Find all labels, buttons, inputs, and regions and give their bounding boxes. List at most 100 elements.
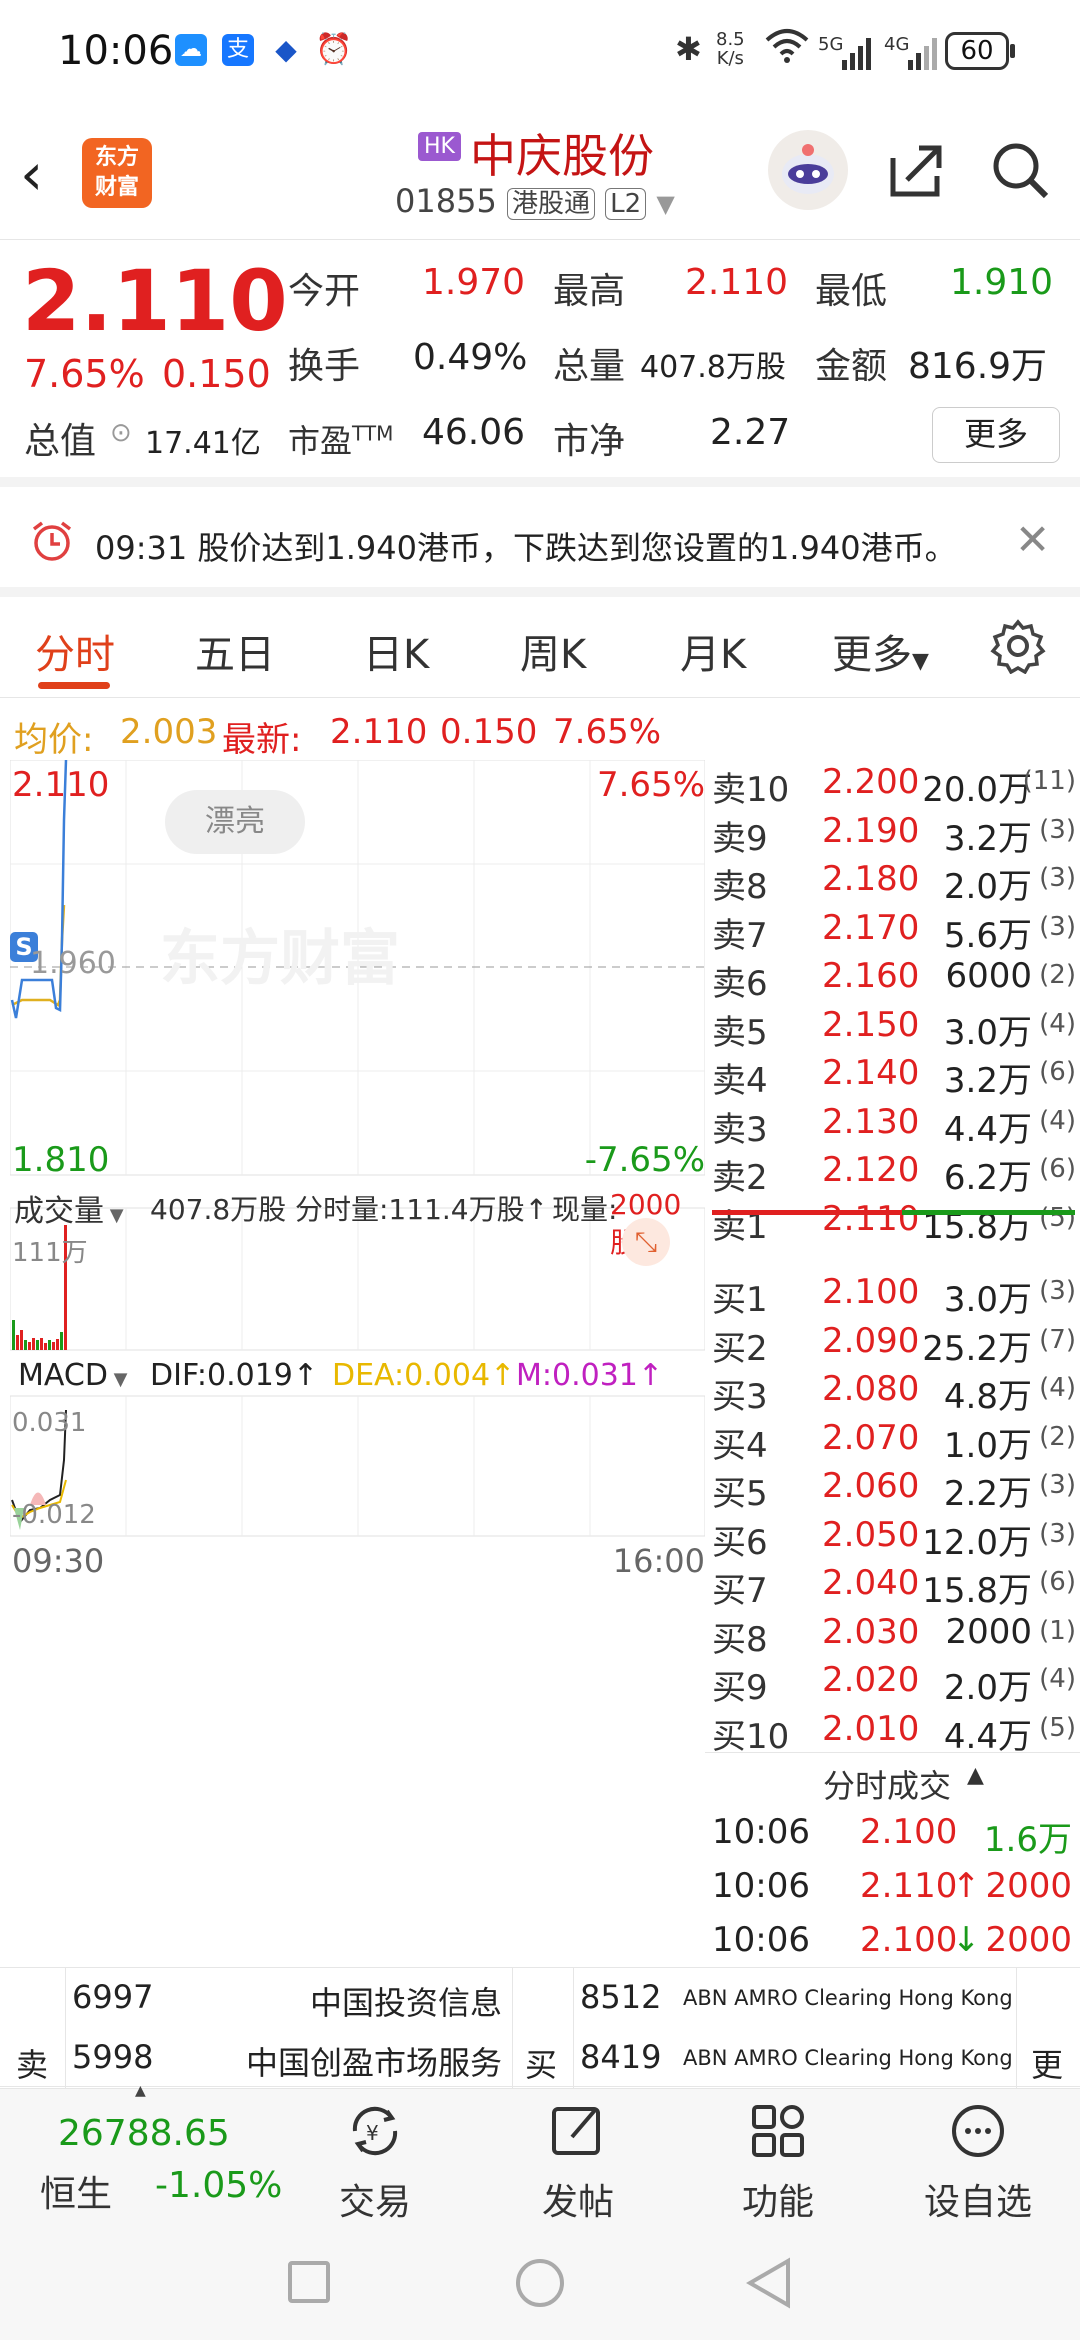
sell-level-row[interactable]: 卖3 2.130 4.4万 (4) — [712, 1102, 1080, 1150]
level-price: 2.180 — [822, 859, 920, 899]
wifi-icon — [765, 28, 809, 73]
buy-level-row[interactable]: 买4 2.070 1.0万 (2) — [712, 1418, 1080, 1466]
turnover-value: 0.49% — [413, 337, 528, 378]
level-count: (3) — [1039, 1276, 1076, 1306]
level-label: 买7 — [712, 1571, 768, 1611]
volume-bar — [12, 1320, 15, 1350]
stock-code-row[interactable]: 01855 港股通 L2 ▼ — [395, 182, 675, 220]
macd-selector[interactable]: MACD ▼ — [18, 1358, 128, 1393]
period-volume: 分时量:111.4万股↑ — [295, 1193, 549, 1226]
intraday-info-row: 均价: 2.003 最新: 2.110 0.150 7.65% — [0, 700, 1080, 760]
level-price: 2.010 — [822, 1708, 920, 1749]
volume-bar — [32, 1338, 35, 1350]
sell-level-row[interactable]: 卖9 2.190 3.2万 (3) — [712, 811, 1080, 859]
level-price: 2.060 — [822, 1466, 920, 1506]
close-icon[interactable]: ✕ — [1015, 515, 1050, 564]
level-volume: 2.0万 — [943, 1668, 1032, 1708]
quote-panel: 2.110 7.65% 0.150 今开 1.970 最高 2.110 最低 1… — [0, 242, 1080, 487]
sell-level-row[interactable]: 卖2 2.120 6.2万 (6) — [712, 1150, 1080, 1198]
level-volume: 6.2万 — [943, 1158, 1032, 1198]
home-icon[interactable] — [516, 2259, 564, 2307]
sell-level-row[interactable]: 卖5 2.150 3.0万 (4) — [712, 1005, 1080, 1053]
intraday-chart[interactable]: 东方财富 2.110 7.65% 漂亮 S 1.960 1.810 -7.65%… — [9, 759, 706, 1965]
tab-more-label: 更多 — [832, 632, 912, 678]
buy-level-row[interactable]: 买10 2.010 4.4万 (5) — [712, 1709, 1080, 1757]
level-price: 2.030 — [822, 1611, 920, 1652]
volume-bar — [40, 1338, 43, 1350]
tick-row: 10:06 2.100 1.6万 — [712, 1812, 1072, 1862]
alarm-clock-icon — [30, 519, 74, 567]
tab-monthly-k[interactable]: 月K — [680, 622, 746, 680]
buy-level-row[interactable]: 买3 2.080 4.8万 (4) — [712, 1369, 1080, 1417]
sell-level-row[interactable]: 卖4 2.140 3.2万 (6) — [712, 1053, 1080, 1101]
buy-level-row[interactable]: 买1 2.100 3.0万 (3) — [712, 1272, 1080, 1320]
more-quote-button[interactable]: 更多 — [932, 407, 1060, 463]
tick-row: 10:06 2.110 ↑ 2000 — [712, 1866, 1072, 1916]
sell-level-row[interactable]: 卖7 2.170 5.6万 (3) — [712, 908, 1080, 956]
share-icon[interactable] — [885, 140, 945, 204]
edit-icon — [552, 2107, 600, 2155]
macd-dif: DIF:0.019↑ — [150, 1358, 319, 1393]
tab-more[interactable]: 更多▼ — [832, 622, 929, 680]
nav-post-label: 发帖 — [541, 2182, 614, 2223]
low-label: 最低 — [815, 271, 888, 312]
tick-price: 2.110 — [860, 1866, 958, 1906]
sell-level-row[interactable]: 卖6 2.160 6000 (2) — [712, 956, 1080, 1004]
expand-icon[interactable]: ⤡ — [622, 1218, 670, 1266]
buy-level-row[interactable]: 买7 2.040 15.8万 (6) — [712, 1563, 1080, 1611]
time-start: 09:30 — [12, 1542, 105, 1580]
ticks-header[interactable]: 分时成交 ▲ — [705, 1752, 1080, 1805]
badge-pill[interactable]: 漂亮 — [165, 790, 305, 854]
high-label: 最高 — [553, 271, 626, 312]
tick-time: 10:06 — [712, 1812, 810, 1852]
level-price: 2.020 — [822, 1660, 920, 1700]
sell-level-row[interactable]: 卖8 2.180 2.0万 (3) — [712, 859, 1080, 907]
assistant-robot-icon[interactable] — [768, 130, 848, 210]
nav-post[interactable]: 发帖 — [508, 2099, 648, 2225]
stock-name[interactable]: 中庆股份 — [470, 120, 654, 186]
sell-level-row[interactable]: 卖10 2.200 20.0万 (11) — [712, 762, 1080, 810]
buy-level-row[interactable]: 买8 2.030 2000 (1) — [712, 1612, 1080, 1660]
back-nav-icon[interactable] — [744, 2257, 794, 2313]
price-alert-banner[interactable]: 09:31 股价达到1.940港币，下跌达到您设置的1.940港币。 ✕ — [0, 497, 1080, 597]
level-price: 2.130 — [822, 1101, 920, 1142]
broker-buy-id-1: 8512 — [580, 1978, 662, 2016]
nav-add-watchlist[interactable]: 设自选 — [908, 2099, 1048, 2225]
index-widget[interactable]: 26788.65 恒生 -1.05% — [20, 2089, 290, 2219]
buy-level-row[interactable]: 买6 2.050 12.0万 (3) — [712, 1515, 1080, 1563]
tab-intraday[interactable]: 分时 — [35, 622, 115, 680]
volume-bar — [24, 1340, 27, 1350]
volume-selector[interactable]: 成交量 ▼ — [14, 1186, 124, 1230]
tab-weekly-k[interactable]: 周K — [520, 622, 586, 680]
search-icon[interactable] — [990, 140, 1050, 204]
info-circle-icon[interactable]: ⊙ — [110, 418, 132, 448]
level-count: (6) — [1039, 1057, 1076, 1087]
sell-level-row[interactable]: 卖1 2.110 15.8万 (5) — [712, 1199, 1080, 1247]
level-volume: 4.4万 — [943, 1716, 1032, 1757]
level-label: 买5 — [712, 1474, 768, 1514]
buy-level-row[interactable]: 买2 2.090 25.2万 (7) — [712, 1321, 1080, 1369]
bid-ratio-bar — [902, 1210, 1075, 1215]
buy-level-row[interactable]: 买5 2.060 2.2万 (3) — [712, 1466, 1080, 1514]
broker-more-button[interactable]: 更 — [1016, 1968, 1080, 2088]
recents-icon[interactable] — [288, 2261, 330, 2303]
pb-value: 2.27 — [710, 412, 791, 453]
level-price: 2.100 — [822, 1272, 920, 1312]
level-price: 2.080 — [822, 1369, 920, 1409]
level-volume: 6000 — [945, 956, 1032, 996]
chart-bottom-pct: -7.65% — [584, 1140, 705, 1180]
amount-value: 816.9万 — [908, 346, 1048, 387]
back-icon[interactable]: ‹ — [20, 140, 43, 208]
alert-text: 09:31 股价达到1.940港币，下跌达到您设置的1.940港币。 — [95, 529, 957, 567]
buy-level-row[interactable]: 买9 2.020 2.0万 (4) — [712, 1660, 1080, 1708]
level-volume: 15.8万 — [922, 1571, 1032, 1611]
level-label: 卖5 — [712, 1012, 768, 1053]
level-label: 卖7 — [712, 915, 768, 956]
index-change: -1.05% — [155, 2165, 283, 2206]
nav-function[interactable]: 功能 — [708, 2099, 848, 2225]
nav-trade[interactable]: ¥ 交易 — [305, 2099, 445, 2225]
tab-daily-k[interactable]: 日K — [363, 622, 429, 680]
settings-gear-icon[interactable] — [990, 618, 1046, 678]
tab-five-day[interactable]: 五日 — [195, 622, 275, 680]
broker-buy-side-label: 买 — [512, 1968, 574, 2088]
